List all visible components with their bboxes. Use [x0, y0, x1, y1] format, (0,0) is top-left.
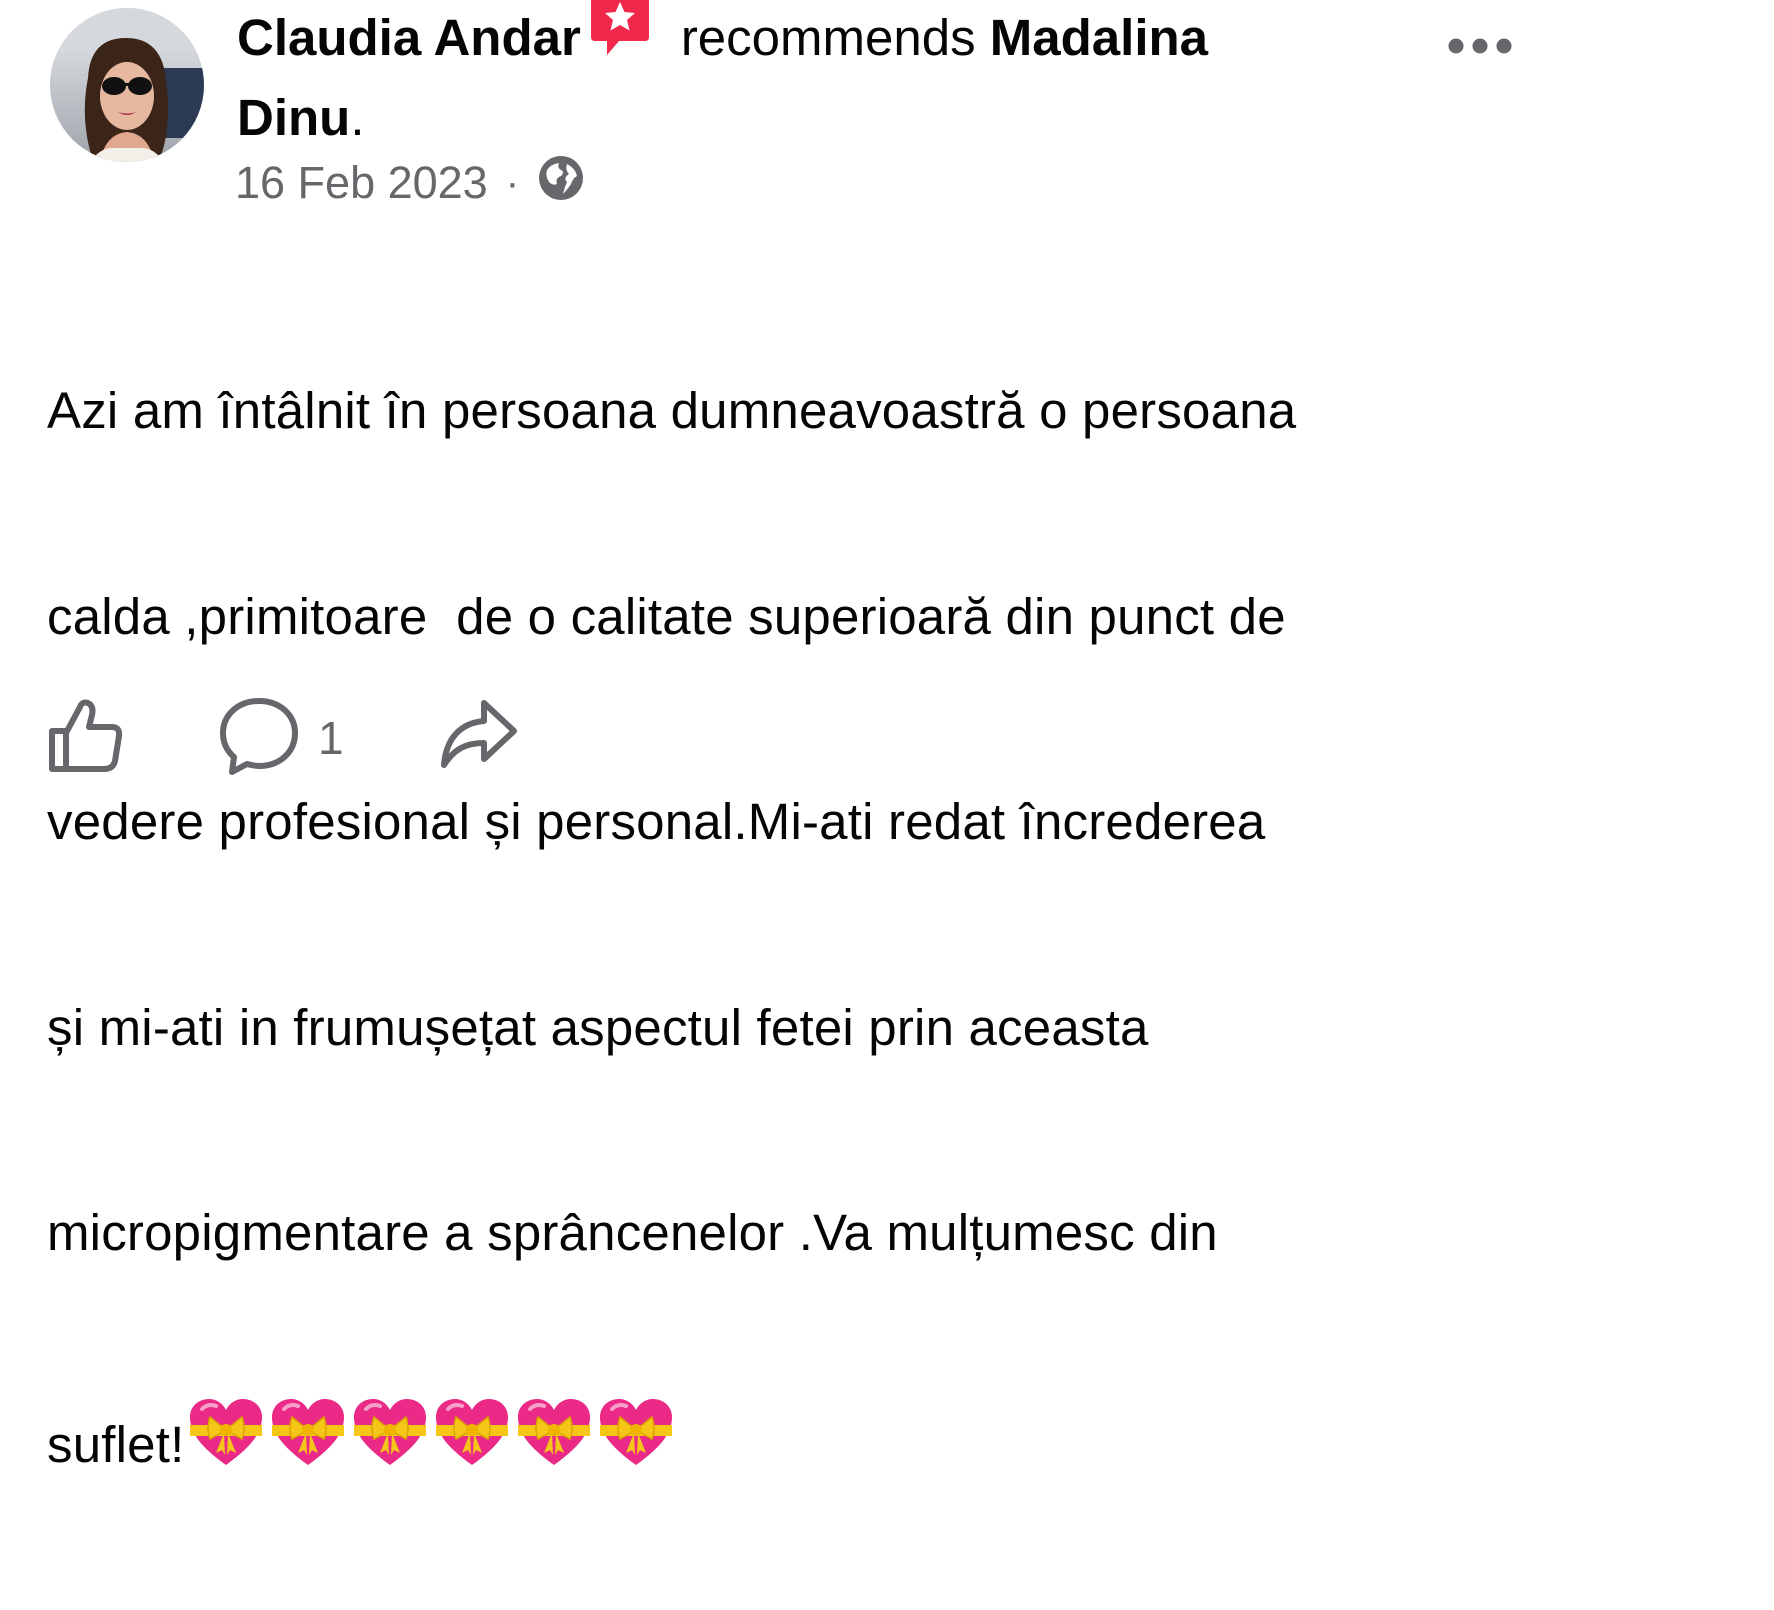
recommended-name-part1[interactable]: Madalina — [990, 9, 1208, 66]
body-line: Azi am întâlnit în persoana dumneavoastr… — [47, 382, 1297, 439]
body-last-line: suflet! — [47, 1398, 1547, 1474]
recommends-verb: recommends — [680, 8, 976, 66]
post-date[interactable]: 16 Feb 2023 — [235, 157, 488, 209]
author-avatar[interactable] — [50, 8, 204, 162]
recommendation-badge-icon — [589, 0, 651, 80]
body-line: micropigmentare a sprâncenelor .Va mulțu… — [47, 1204, 1218, 1261]
comment-count[interactable]: 1 — [318, 711, 344, 765]
recommended-name-part2[interactable]: Dinu — [237, 89, 350, 146]
heart-with-ribbon-emoji — [188, 1397, 264, 1485]
avatar-photo — [50, 8, 204, 162]
heart-with-ribbon-emoji — [598, 1397, 674, 1485]
heart-with-ribbon-emoji — [270, 1397, 346, 1485]
comment-button[interactable] — [218, 695, 300, 782]
share-button[interactable] — [438, 695, 520, 780]
recommendation-post: Claudia Andar recommends Madalina Dinu. … — [0, 0, 1774, 1473]
post-header-line-1: Claudia Andar recommends Madalina — [237, 0, 1387, 86]
body-line: suflet! — [47, 1415, 185, 1473]
heart-with-ribbon-emoji — [434, 1397, 510, 1485]
header-period: . — [350, 89, 365, 146]
globe-icon — [537, 154, 585, 213]
share-arrow-icon — [441, 700, 517, 768]
body-line: și mi-ati in frumușețat aspectul fetei p… — [47, 998, 1149, 1056]
like-button[interactable] — [46, 695, 126, 780]
meta-separator: · — [505, 160, 520, 205]
post-body: Azi am întâlnit în persoana dumneavoastr… — [47, 240, 1547, 1610]
comment-bubble-icon — [220, 698, 298, 775]
more-options-icon[interactable] — [1445, 34, 1515, 58]
author-name[interactable]: Claudia Andar — [237, 9, 581, 66]
emoji-row — [188, 1397, 680, 1485]
thumbs-up-icon — [49, 699, 123, 772]
post-header-line-2: Dinu. — [237, 78, 1387, 158]
body-line: vedere profesional și personal.Mi-ati re… — [47, 793, 1266, 850]
heart-with-ribbon-emoji — [352, 1397, 428, 1485]
post-meta: 16 Feb 2023 · — [235, 155, 585, 211]
heart-with-ribbon-emoji — [516, 1397, 592, 1485]
body-line: calda ,primitoare de o calitate superioa… — [47, 587, 1286, 645]
